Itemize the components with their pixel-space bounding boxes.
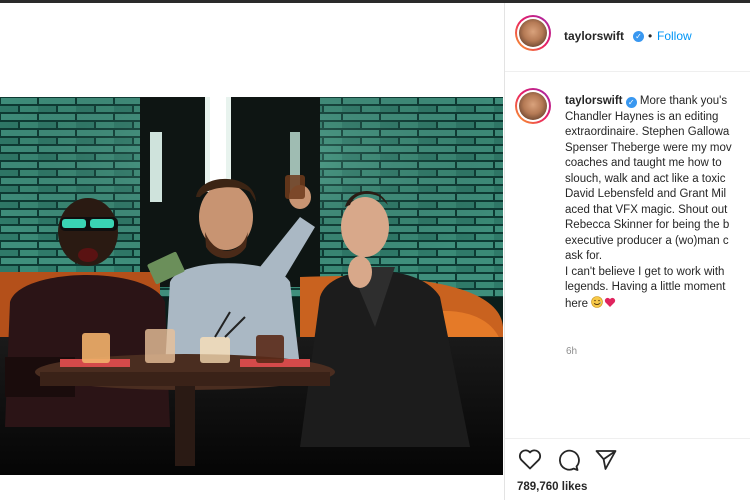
profile-avatar[interactable] bbox=[515, 15, 551, 51]
comment-icon[interactable] bbox=[556, 448, 580, 477]
caption-line: More thank you's bbox=[639, 95, 728, 107]
caption-line: David Lebensfeld and Grant Mil bbox=[565, 188, 727, 200]
follow-button[interactable]: Follow bbox=[657, 29, 692, 43]
header-separator: • bbox=[648, 29, 653, 43]
caption-username[interactable]: taylorswift bbox=[565, 95, 623, 107]
caption-line: here bbox=[565, 297, 589, 310]
pane-divider bbox=[504, 3, 505, 500]
caption-verified-badge-icon: ✓ bbox=[625, 97, 637, 108]
caption-line: Chandler Haynes is an editing bbox=[565, 110, 719, 123]
caption-avatar[interactable] bbox=[515, 88, 551, 124]
caption-line: coaches and taught me how to bbox=[565, 157, 722, 169]
post-caption: taylorswift ✓ More thank you's Chandler … bbox=[565, 94, 750, 312]
caption-line: legends. Having a little moment bbox=[565, 281, 726, 293]
caption-line: ask for. bbox=[565, 250, 603, 262]
caption-line: aced that VFX magic. Shout out bbox=[565, 203, 728, 216]
caption-emojis bbox=[591, 295, 616, 308]
verified-badge-icon: ✓ bbox=[633, 31, 644, 42]
red-heart-icon bbox=[605, 297, 616, 307]
header-username[interactable]: taylorswift bbox=[564, 29, 624, 43]
share-icon[interactable] bbox=[594, 448, 618, 477]
actions-divider bbox=[505, 438, 750, 439]
heart-icon[interactable] bbox=[518, 448, 542, 475]
caption-line: Rebecca Skinner for being the b bbox=[565, 219, 730, 231]
caption-line: slouch, walk and act like a toxic bbox=[565, 172, 726, 185]
caption-line: executive producer a (wo)man c bbox=[565, 234, 729, 247]
likes-count[interactable]: 789,760 likes bbox=[517, 481, 587, 493]
caption-line: I can't believe I get to work with bbox=[565, 265, 725, 278]
post-photo[interactable] bbox=[0, 97, 503, 475]
post-time-ago[interactable]: 6h bbox=[566, 346, 577, 357]
header-divider bbox=[505, 71, 750, 72]
caption-line: extraordinaire. Stephen Gallowa bbox=[565, 126, 730, 138]
smiling-face-with-tear-icon bbox=[591, 295, 604, 308]
caption-line: Spenser Theberge were my mov bbox=[565, 141, 732, 154]
